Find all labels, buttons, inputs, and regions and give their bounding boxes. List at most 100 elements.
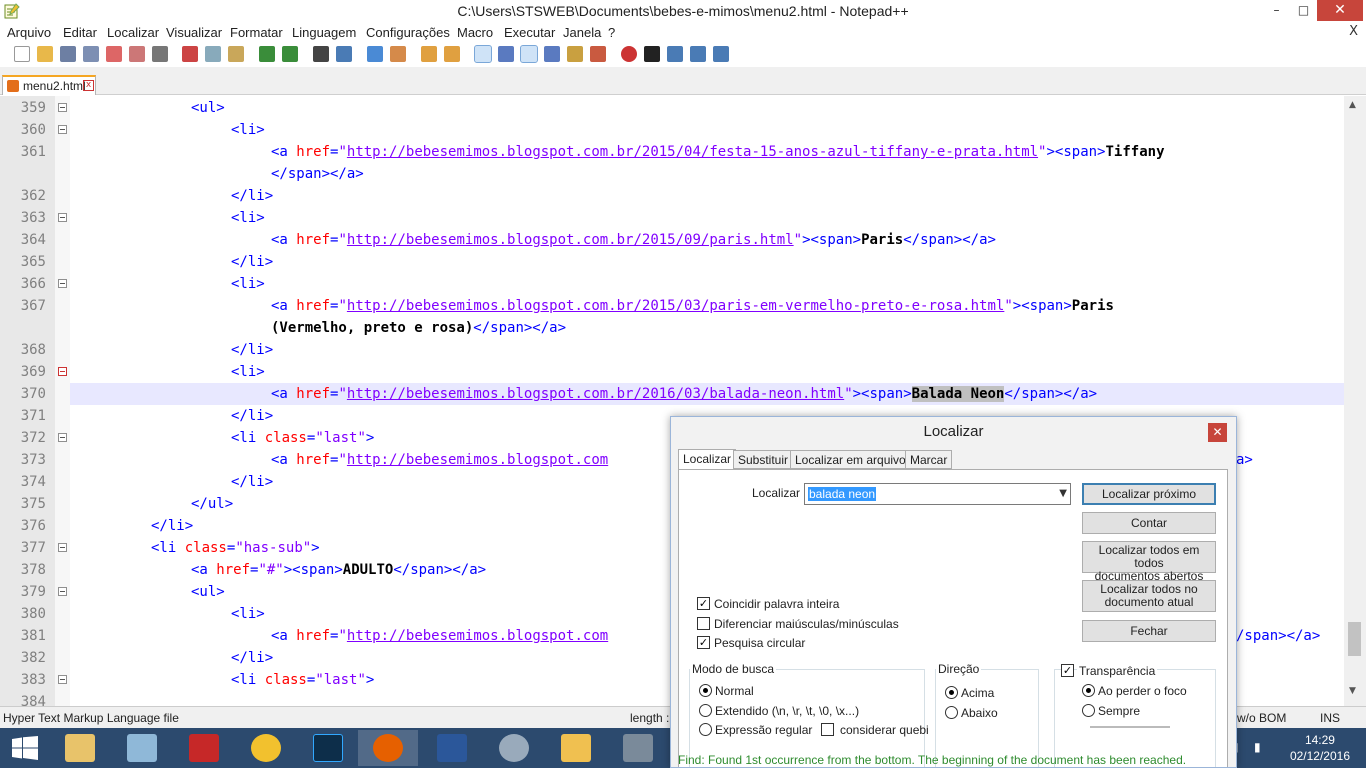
transparency-slider[interactable] bbox=[1090, 726, 1170, 728]
fold-marker[interactable] bbox=[58, 433, 67, 442]
maximize-button[interactable]: □ bbox=[1290, 0, 1317, 21]
fold-marker[interactable] bbox=[58, 587, 67, 596]
fold-marker[interactable] bbox=[58, 125, 67, 134]
stop-macro-icon[interactable] bbox=[644, 46, 660, 62]
fold-marker[interactable] bbox=[58, 543, 67, 552]
close-tab-icon[interactable]: x bbox=[83, 80, 94, 91]
close-find-button[interactable]: Fechar bbox=[1082, 620, 1216, 642]
taskbar-outlook[interactable] bbox=[546, 730, 606, 766]
taskbar-file-explorer[interactable] bbox=[50, 730, 110, 766]
zoom-in-icon[interactable] bbox=[367, 46, 383, 62]
save-all-icon[interactable] bbox=[83, 46, 99, 62]
tab-menu2-html[interactable]: menu2.html x bbox=[2, 75, 96, 95]
find-input[interactable]: balada neon ▼ bbox=[804, 483, 1071, 505]
transparency-always-radio[interactable] bbox=[1082, 704, 1095, 717]
save-icon[interactable] bbox=[60, 46, 76, 62]
dialog-close-button[interactable]: ✕ bbox=[1208, 423, 1227, 442]
save-macro-icon[interactable] bbox=[713, 46, 729, 62]
vertical-scrollbar[interactable]: ▲ ▼ bbox=[1344, 96, 1366, 706]
find-all-open-button[interactable]: Localizar todos em todos documentos aber… bbox=[1082, 541, 1216, 583]
fold-marker[interactable] bbox=[58, 279, 67, 288]
fold-marker[interactable] bbox=[58, 103, 67, 112]
taskbar-app-2[interactable] bbox=[112, 730, 172, 766]
close-file-icon[interactable] bbox=[106, 46, 122, 62]
menu-help[interactable]: ? bbox=[608, 25, 615, 40]
fold-marker[interactable] bbox=[58, 367, 67, 376]
doc-map-icon[interactable] bbox=[567, 46, 583, 62]
fold-marker[interactable] bbox=[58, 675, 67, 684]
replace-icon[interactable] bbox=[336, 46, 352, 62]
code-line-373: <a href="http://bebesemimos.blogspot.com bbox=[271, 452, 609, 468]
taskbar-filezilla[interactable] bbox=[174, 730, 234, 766]
language-icon[interactable] bbox=[544, 46, 560, 62]
scroll-down-icon[interactable]: ▼ bbox=[1349, 686, 1356, 696]
tab-find[interactable]: Localizar bbox=[678, 449, 737, 470]
fold-marker[interactable] bbox=[58, 213, 67, 222]
menu-localizar[interactable]: Localizar bbox=[107, 25, 159, 40]
mode-extended-radio[interactable] bbox=[699, 704, 712, 717]
menu-arquivo[interactable]: Arquivo bbox=[7, 25, 51, 40]
print-icon[interactable] bbox=[152, 46, 168, 62]
find-all-current-button[interactable]: Localizar todos no documento atual bbox=[1082, 580, 1216, 612]
sync-horizontal-icon[interactable] bbox=[444, 46, 460, 62]
direction-down-radio[interactable] bbox=[945, 706, 958, 719]
mode-normal-radio[interactable] bbox=[699, 684, 712, 697]
signal-icon[interactable]: ▮ bbox=[1254, 740, 1261, 754]
transparency-checkbox[interactable]: ✓ bbox=[1061, 664, 1074, 677]
menu-executar[interactable]: Executar bbox=[504, 25, 555, 40]
word-wrap-icon[interactable] bbox=[474, 45, 492, 63]
cut-icon[interactable] bbox=[182, 46, 198, 62]
direction-down-label: Abaixo bbox=[961, 706, 998, 720]
redo-icon[interactable] bbox=[282, 46, 298, 62]
line-number: 376 bbox=[20, 518, 46, 534]
find-next-button[interactable]: Localizar próximo bbox=[1082, 483, 1216, 505]
close-all-icon[interactable] bbox=[129, 46, 145, 62]
minimize-button[interactable]: – bbox=[1263, 0, 1290, 21]
play-macro-icon[interactable] bbox=[667, 46, 683, 62]
record-macro-icon[interactable] bbox=[621, 46, 637, 62]
tab-replace[interactable]: Substituir bbox=[733, 450, 794, 469]
dot-newline-checkbox[interactable] bbox=[821, 723, 834, 736]
chevron-down-icon[interactable]: ▼ bbox=[1059, 488, 1067, 499]
paste-icon[interactable] bbox=[228, 46, 244, 62]
copy-icon[interactable] bbox=[205, 46, 221, 62]
zoom-out-icon[interactable] bbox=[390, 46, 406, 62]
sync-vertical-icon[interactable] bbox=[421, 46, 437, 62]
new-file-icon[interactable] bbox=[14, 46, 30, 62]
menu-macro[interactable]: Macro bbox=[457, 25, 493, 40]
match-case-checkbox[interactable] bbox=[697, 617, 710, 630]
taskbar-chrome[interactable] bbox=[236, 730, 296, 766]
transparency-lose-focus-radio[interactable] bbox=[1082, 684, 1095, 697]
taskbar-photoshop[interactable] bbox=[298, 730, 358, 766]
close-button[interactable]: ✕ bbox=[1317, 0, 1363, 21]
taskbar-calculator[interactable] bbox=[608, 730, 668, 766]
taskbar-word[interactable] bbox=[422, 730, 482, 766]
undo-icon[interactable] bbox=[259, 46, 275, 62]
system-clock[interactable]: 14:29 02/12/2016 bbox=[1290, 732, 1350, 764]
direction-up-radio[interactable] bbox=[945, 686, 958, 699]
tab-find-in-files[interactable]: Localizar em arquivos bbox=[790, 450, 917, 469]
show-all-chars-icon[interactable] bbox=[498, 46, 514, 62]
indent-guide-icon[interactable] bbox=[520, 45, 538, 63]
scroll-up-icon[interactable]: ▲ bbox=[1349, 100, 1356, 110]
windows-start-icon[interactable] bbox=[12, 736, 38, 760]
taskbar-firefox[interactable] bbox=[358, 730, 418, 766]
menu-visualizar[interactable]: Visualizar bbox=[166, 25, 222, 40]
count-button[interactable]: Contar bbox=[1082, 512, 1216, 534]
taskbar-paint[interactable] bbox=[484, 730, 544, 766]
menu-formatar[interactable]: Formatar bbox=[230, 25, 283, 40]
find-icon[interactable] bbox=[313, 46, 329, 62]
menu-editar[interactable]: Editar bbox=[63, 25, 97, 40]
close-document-button[interactable]: X bbox=[1349, 24, 1358, 39]
whole-word-checkbox[interactable]: ✓ bbox=[697, 597, 710, 610]
menu-janela[interactable]: Janela bbox=[563, 25, 601, 40]
function-list-icon[interactable] bbox=[590, 46, 606, 62]
tab-mark[interactable]: Marcar bbox=[905, 450, 953, 469]
wrap-around-checkbox[interactable]: ✓ bbox=[697, 636, 710, 649]
mode-regex-radio[interactable] bbox=[699, 723, 712, 736]
menu-configuracoes[interactable]: Configurações bbox=[366, 25, 450, 40]
play-multiple-icon[interactable] bbox=[690, 46, 706, 62]
scroll-thumb[interactable] bbox=[1348, 622, 1361, 656]
menu-linguagem[interactable]: Linguagem bbox=[292, 25, 356, 40]
open-file-icon[interactable] bbox=[37, 46, 53, 62]
